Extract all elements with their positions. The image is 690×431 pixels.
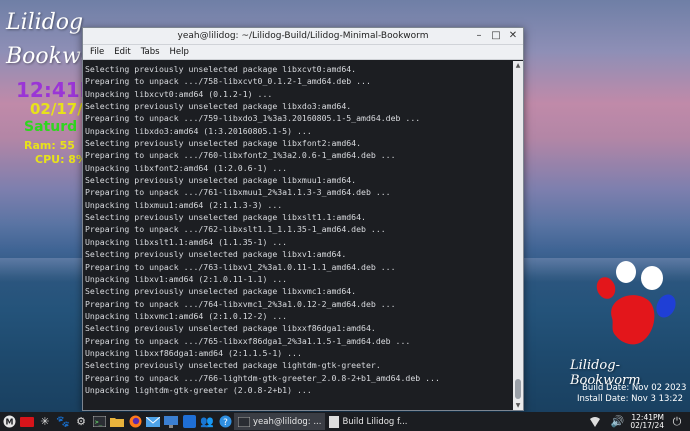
terminal-line: Selecting previously unselected package … [85,249,347,260]
taskbar-clock[interactable]: 12:41PM 02/17/24 [630,413,664,430]
task-terminal-icon [238,416,250,427]
window-title: yeah@lilidog: ~/Lilidog-Build/Lilidog-Mi… [177,31,429,41]
paw-logo-icon [596,261,676,345]
terminal-line: Unpacking libxdo3:amd64 (1:3.20160805.1-… [85,125,312,136]
desktop-day: Saturd [24,119,78,135]
terminal-line: Preparing to unpack .../759-libxdo3_1%3a… [85,113,421,124]
terminal-line: Preparing to unpack .../761-libxmuu1_2%3… [85,187,391,198]
terminal-window[interactable]: yeah@lilidog: ~/Lilidog-Build/Lilidog-Mi… [82,27,524,411]
scrollbar-thumb[interactable] [515,379,521,399]
terminal-line: Preparing to unpack .../760-libxfont2_1%… [85,150,396,161]
desktop-date: 02/17/ [30,100,83,118]
terminal-line: Unpacking libxvmc1:amd64 (2:1.0.12-2) ..… [85,310,288,321]
minimize-button[interactable]: – [473,30,485,42]
terminal-output[interactable]: Selecting previously unselected package … [83,61,513,410]
terminal-line: Preparing to unpack .../766-lightdm-gtk-… [85,372,440,383]
scroll-down-icon[interactable]: ▼ [513,401,523,410]
help-icon[interactable]: ? [217,414,233,430]
terminal-line: Unpacking libxxf86dga1:amd64 (2:1.1.5-1)… [85,347,302,358]
gear-icon[interactable]: ⚙ [73,414,89,430]
menu-help[interactable]: Help [165,47,194,57]
terminal-line: Unpacking lightdm-gtk-greeter (2.0.8-2+b… [85,384,312,395]
task-build[interactable]: Build Lilidog f... [325,413,411,430]
mail-icon[interactable] [145,414,161,430]
svg-text:?: ? [223,418,228,428]
terminal-line: Selecting previously unselected package … [85,101,352,112]
task-terminal[interactable]: yeah@lilidog: ... [234,413,326,430]
terminal-line: Preparing to unpack .../758-libxcvt0_0.1… [85,76,371,87]
menu-file[interactable]: File [85,47,109,57]
terminal-line: Selecting previously unselected package … [85,64,357,74]
document-icon [329,415,340,428]
desktop-brand-top: Lilidog Bookwo [6,6,95,74]
terminal-line: Preparing to unpack .../763-libxv1_2%3a1… [85,261,396,272]
terminal-scrollbar[interactable]: ▲ ▼ [513,61,523,410]
volume-icon[interactable]: 🔊 [609,414,625,430]
maximize-button[interactable]: □ [490,30,502,42]
terminal-line: Unpacking libxcvt0:amd64 (0.1.2-1) ... [85,88,273,99]
terminal-line: Preparing to unpack .../762-libxslt1.1_1… [85,224,386,235]
menu-bar: File Edit Tabs Help [83,45,523,60]
taskbar: M ✳ 🐾 ⚙ >_ 👥 ? yeah@lilidog: ... Build L… [0,412,690,431]
monitor-icon[interactable] [163,414,179,430]
terminal-line: Unpacking libxfont2:amd64 (1:2.0.6-1) ..… [85,162,288,173]
system-tray: 🔊 12:41PM 02/17/24 ⏻ [586,412,686,431]
scroll-up-icon[interactable]: ▲ [513,61,523,70]
terminal-line: Unpacking libxv1:amd64 (2:1.0.11-1.1) ..… [85,273,288,284]
paw-icon[interactable]: 🐾 [55,414,71,430]
network-icon[interactable] [587,414,603,430]
terminal-line: Selecting previously unselected package … [85,286,357,297]
terminal-line: Selecting previously unselected package … [85,212,366,223]
firefox-icon[interactable] [127,414,143,430]
menu-edit[interactable]: Edit [109,47,135,57]
terminal-line: Selecting previously unselected package … [85,175,357,186]
svg-text:>_: >_ [95,419,103,426]
red-app-icon[interactable] [19,414,35,430]
task-terminal-label: yeah@lilidog: ... [253,416,322,427]
task-build-label: Build Lilidog f... [342,416,408,427]
terminal-line: Unpacking libxslt1.1:amd64 (1.1.35-1) ..… [85,236,288,247]
power-icon[interactable]: ⏻ [669,414,685,430]
menu-tabs[interactable]: Tabs [136,47,165,57]
install-date: Install Date: Nov 3 13:22 [577,394,684,404]
terminal-line: Selecting previously unselected package … [85,323,376,334]
close-button[interactable]: ✕ [507,30,519,42]
taskbar-date: 02/17/24 [630,420,664,430]
people-icon[interactable]: 👥 [199,414,215,430]
terminal-line: Selecting previously unselected package … [85,360,381,371]
svg-text:M: M [5,418,13,427]
terminal-line: Preparing to unpack .../764-libxvmc1_2%3… [85,298,396,309]
asterisk-icon[interactable]: ✳ [37,414,53,430]
desktop-ram: Ram: 55 [24,139,75,152]
terminal-line: Preparing to unpack .../765-libxxf86dga1… [85,335,411,346]
brand-top-line2: Bookwo [6,44,95,69]
build-date: Build Date: Nov 02 2023 [582,383,687,393]
brand-top-line1: Lilidog [6,10,84,35]
terminal-line: Selecting previously unselected package … [85,138,362,149]
folder-icon[interactable] [109,414,125,430]
menu-icon[interactable]: M [1,414,17,430]
terminal-icon[interactable]: >_ [91,414,107,430]
terminal-line: Unpacking libxmuu1:amd64 (2:1.1.3-3) ... [85,199,283,210]
window-titlebar[interactable]: yeah@lilidog: ~/Lilidog-Build/Lilidog-Mi… [83,28,523,45]
window-controls: – □ ✕ [473,30,519,42]
desktop-cpu: CPU: 8% [35,153,87,166]
blue-app-icon[interactable] [181,414,197,430]
